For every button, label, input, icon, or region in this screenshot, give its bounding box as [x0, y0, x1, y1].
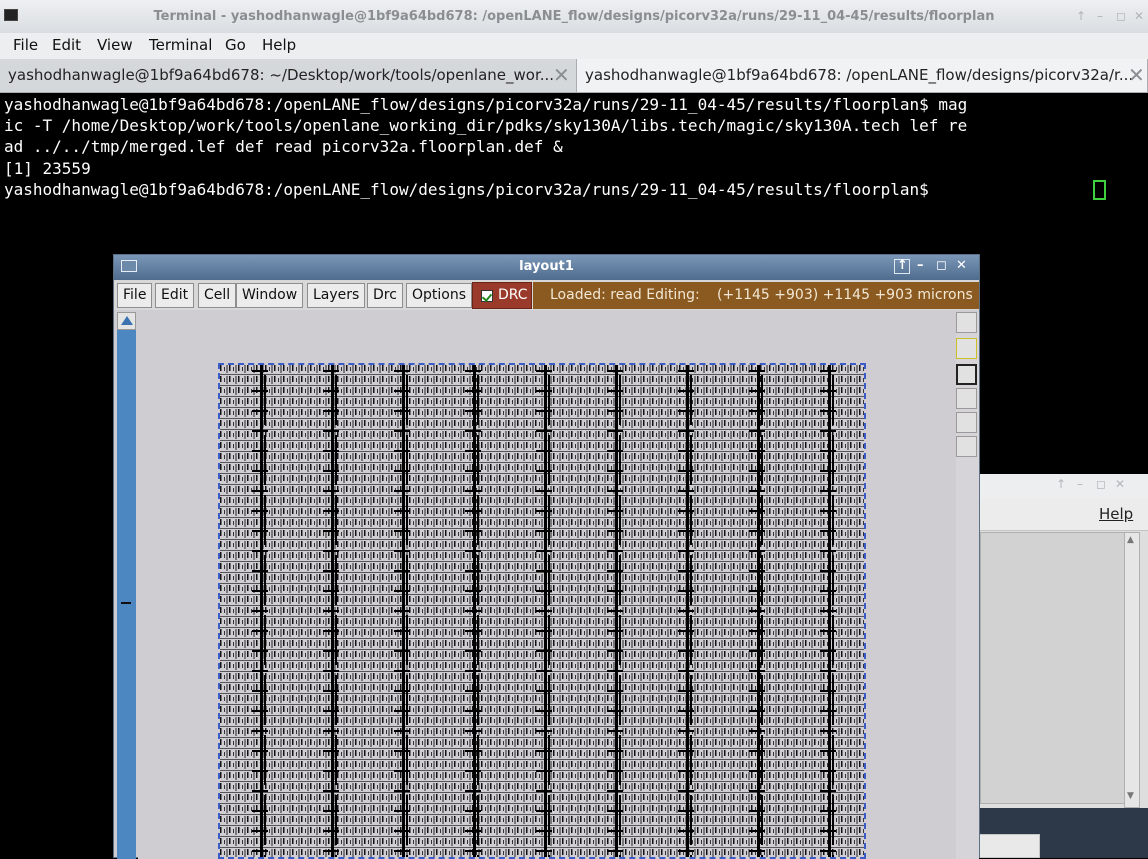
terminal-menubar: File Edit View Terminal Go Help	[0, 33, 1148, 60]
menu-file[interactable]: File	[117, 283, 153, 308]
maximize-icon[interactable]: ◻	[936, 258, 947, 273]
tab-close-icon[interactable]: ✕	[553, 63, 570, 87]
terminal-prompt: yashodhanwagle@1bf9a64bd678:/openLANE_fl…	[4, 180, 939, 199]
layer-tool-bar	[956, 312, 979, 859]
menu-layers[interactable]: Layers	[307, 283, 366, 308]
menu-drc[interactable]: Drc	[367, 283, 403, 308]
menu-go[interactable]: Go	[225, 36, 246, 54]
maximize-icon[interactable]: ◻	[1116, 9, 1126, 23]
menu-edit[interactable]: Edit	[52, 36, 81, 54]
terminal-line: yashodhanwagle@1bf9a64bd678:/openLANE_fl…	[4, 95, 968, 114]
minimize-icon[interactable]: –	[917, 258, 924, 273]
window-title: Terminal - yashodhanwagle@1bf9a64bd678: …	[153, 9, 995, 24]
terminal-line: ic -T /home/Desktop/work/tools/openlane_…	[4, 116, 968, 135]
terminal-titlebar[interactable]: Terminal - yashodhanwagle@1bf9a64bd678: …	[0, 0, 1148, 34]
keep-above-icon[interactable]: ↑	[1076, 9, 1086, 23]
close-icon[interactable]: ✕	[1115, 477, 1125, 491]
tool-button[interactable]	[956, 338, 977, 359]
keep-above-icon[interactable]: ↑	[897, 258, 908, 273]
background-window[interactable]: ↑ – ◻ ✕ Help ▲ ▼	[978, 474, 1148, 858]
scroll-up-arrow-icon[interactable]: ▲	[1127, 535, 1134, 545]
vertical-scrollbar[interactable]: ▲ ▼	[1124, 532, 1140, 808]
close-icon[interactable]: ✕	[1134, 9, 1144, 23]
scroll-down-arrow-icon[interactable]: ▼	[1127, 791, 1134, 801]
background-window-content	[980, 532, 1126, 804]
scroll-position-marker	[121, 602, 131, 604]
close-icon[interactable]: ✕	[956, 258, 967, 273]
terminal-tabbar: yashodhanwagle@1bf9a64bd678: ~/Desktop/w…	[0, 59, 1148, 93]
minimize-icon[interactable]: –	[1077, 477, 1083, 491]
scroll-up-arrow-icon[interactable]	[117, 312, 136, 330]
tool-button[interactable]	[956, 388, 977, 409]
terminal-line: [1] 23559	[4, 159, 91, 178]
cursor-coordinates: (+1145 +903) +1145 +903 microns	[717, 287, 973, 303]
background-window-titlebar[interactable]: ↑ – ◻ ✕	[978, 474, 1148, 499]
drc-toggle-button[interactable]: DRC	[472, 282, 532, 309]
magic-layout-window[interactable]: layout1 ↑ – ◻ ✕ File Edit Cell Window La…	[113, 254, 980, 859]
tool-button[interactable]	[956, 364, 977, 385]
magic-menubar: File Edit Cell Window Layers Drc Options…	[114, 280, 979, 310]
tab-close-icon[interactable]: ✕	[1128, 63, 1145, 87]
standard-cell-rows	[220, 365, 864, 857]
menu-terminal[interactable]: Terminal	[149, 36, 212, 54]
minimize-icon[interactable]: –	[1097, 9, 1103, 23]
terminal-line: ad ../../tmp/merged.lef def read picorv3…	[4, 137, 563, 156]
tool-button[interactable]	[956, 436, 977, 457]
status-bar: Loaded: read Editing: (+1145 +903) +1145…	[533, 282, 979, 309]
die-area	[218, 363, 866, 859]
tab-desktop[interactable]: yashodhanwagle@1bf9a64bd678: ~/Desktop/w…	[0, 59, 577, 92]
background-window-menubar: Help	[978, 498, 1148, 531]
menu-edit[interactable]: Edit	[155, 283, 195, 308]
tab-label: yashodhanwagle@1bf9a64bd678: /openLANE_f…	[585, 66, 1134, 84]
maximize-icon[interactable]: ◻	[1096, 477, 1106, 491]
magic-titlebar[interactable]: layout1 ↑ – ◻ ✕	[114, 255, 979, 280]
menu-help[interactable]: Help	[1099, 505, 1133, 523]
drc-checkbox-icon[interactable]	[481, 290, 493, 302]
menu-help[interactable]: Help	[262, 36, 296, 54]
tool-button[interactable]	[956, 412, 977, 433]
magic-window-title: layout1	[519, 259, 574, 274]
menu-options[interactable]: Options	[406, 283, 473, 308]
tab-label: yashodhanwagle@1bf9a64bd678: ~/Desktop/w…	[8, 66, 555, 84]
layout-canvas[interactable]	[138, 312, 956, 859]
loaded-status: Loaded: read Editing:	[550, 287, 700, 303]
menu-cell[interactable]: Cell	[198, 283, 237, 308]
keep-above-icon[interactable]: ↑	[1056, 477, 1066, 491]
menu-view[interactable]: View	[97, 36, 133, 54]
tool-button[interactable]	[956, 312, 977, 333]
vertical-scroll-bar[interactable]	[117, 312, 136, 859]
tab-floorplan[interactable]: yashodhanwagle@1bf9a64bd678: /openLANE_f…	[577, 59, 1148, 92]
text-cursor	[1093, 180, 1106, 200]
menu-file[interactable]: File	[13, 36, 38, 54]
drc-label: DRC	[498, 287, 528, 303]
menu-window[interactable]: Window	[236, 283, 304, 308]
